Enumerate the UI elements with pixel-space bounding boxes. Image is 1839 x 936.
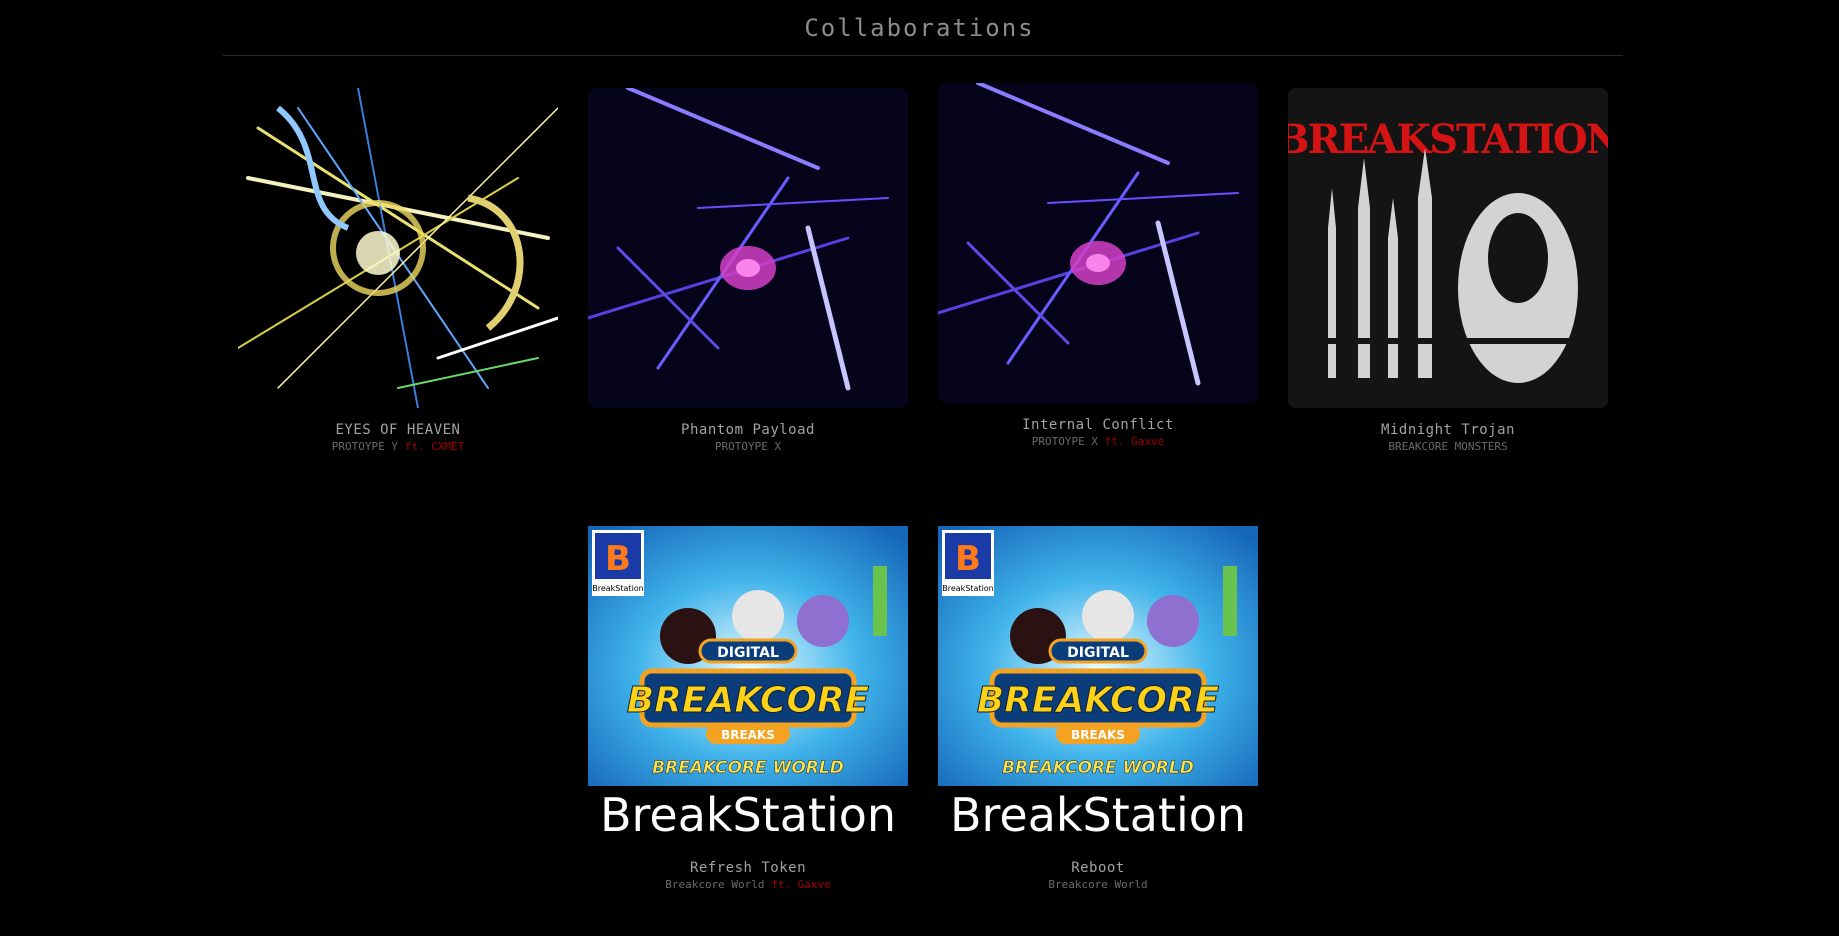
ribbon-text: BREAKS xyxy=(721,728,775,742)
page-title: Collaborations xyxy=(804,14,1035,42)
track-title[interactable]: Phantom Payload xyxy=(588,422,908,438)
banner-text: BREAKCORE WORLD xyxy=(652,758,844,778)
track-artist-line: BREAKCORE MONSTERS xyxy=(1288,440,1608,453)
album-cover[interactable] xyxy=(588,88,908,408)
corner-logo-letter: B xyxy=(605,539,631,579)
corner-logo-letter: B xyxy=(955,539,981,579)
track-artist: Breakcore World xyxy=(665,878,765,891)
track-title[interactable]: EYES OF HEAVEN xyxy=(238,422,558,438)
track-artist-line: PROTOYPE X ft. Gaxve xyxy=(938,435,1258,448)
album-cover[interactable] xyxy=(238,88,558,408)
track-featuring: ft. CXMET xyxy=(404,440,465,453)
brand-text: BreakStation xyxy=(950,788,1246,842)
track-artist: PROTOYPE Y xyxy=(331,440,398,453)
track-title[interactable]: Internal Conflict xyxy=(938,417,1258,433)
banner-text: BREAKCORE WORLD xyxy=(1002,758,1194,778)
track-artist: PROTOYPE X xyxy=(714,440,782,453)
track-artist-line: Breakcore World ft. Gaxve xyxy=(588,878,908,891)
track-artist-line: Breakcore World xyxy=(938,878,1258,891)
album-cover[interactable]: B BreakStation DIGITAL BREAKCORE BREAKS … xyxy=(588,526,908,846)
track-featuring: ft. Gaxve xyxy=(771,878,831,891)
logo-text: BREAKCORE xyxy=(627,680,870,721)
track-artist-line: PROTOYPE X xyxy=(588,440,908,453)
ribbon-text: BREAKS xyxy=(1071,728,1125,742)
logo-text: BREAKCORE xyxy=(977,680,1220,721)
corner-logo-label: BreakStation xyxy=(592,584,644,593)
band-logo: BREAKSTATION xyxy=(1288,116,1608,163)
album-cover[interactable]: B BreakStation DIGITAL BREAKCORE BREAKS … xyxy=(938,526,1258,846)
album-cover[interactable] xyxy=(938,83,1258,403)
badge-text: DIGITAL xyxy=(717,645,779,661)
corner-logo-label: BreakStation xyxy=(942,584,994,593)
track-title[interactable]: Reboot xyxy=(938,860,1258,876)
header-divider xyxy=(223,55,1623,56)
track-card[interactable]: BREAKSTATION Midnight Trojan BREAKCORE M… xyxy=(1288,88,1608,453)
track-card[interactable]: B BreakStation DIGITAL BREAKCORE BREAKS … xyxy=(588,526,908,891)
brand-text: BreakStation xyxy=(600,788,896,842)
track-card[interactable]: Phantom Payload PROTOYPE X xyxy=(588,88,908,453)
track-card[interactable]: B BreakStation DIGITAL BREAKCORE BREAKS … xyxy=(938,526,1258,891)
track-card[interactable]: EYES OF HEAVEN PROTOYPE Y ft. CXMET xyxy=(238,88,558,453)
album-cover[interactable]: BREAKSTATION xyxy=(1288,88,1608,408)
track-title[interactable]: Refresh Token xyxy=(588,860,908,876)
track-artist-line: PROTOYPE Y ft. CXMET xyxy=(238,440,558,453)
track-featuring: ft. Gaxve xyxy=(1104,435,1165,448)
track-artist: PROTOYPE X xyxy=(1031,435,1098,448)
track-card[interactable]: Internal Conflict PROTOYPE X ft. Gaxve xyxy=(938,83,1258,448)
badge-text: DIGITAL xyxy=(1067,645,1129,661)
track-artist: BREAKCORE MONSTERS xyxy=(1388,440,1508,453)
track-artist: Breakcore World xyxy=(1048,878,1148,891)
track-title[interactable]: Midnight Trojan xyxy=(1288,422,1608,438)
